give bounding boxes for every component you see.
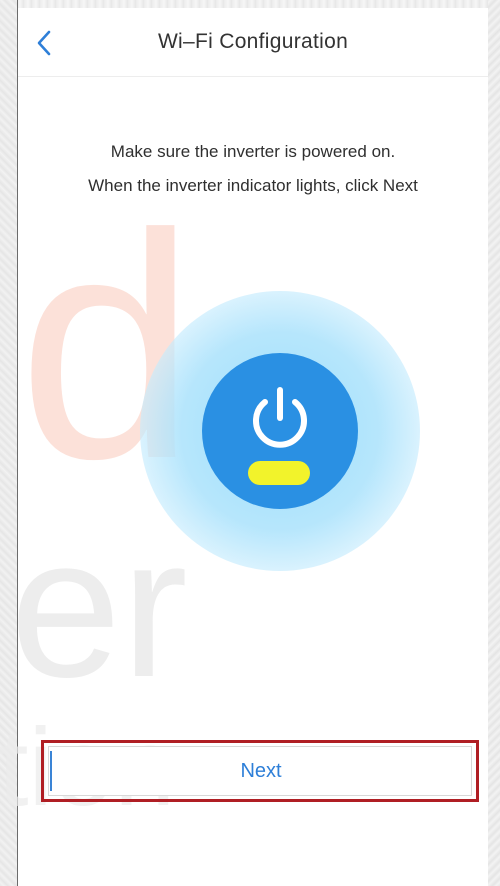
page: d er tion Wi–Fi Configuration Make sure … — [0, 0, 500, 886]
screenshot-right-edge — [488, 0, 500, 886]
instruction-line-2: When the inverter indicator lights, clic… — [88, 176, 418, 195]
inverter-button-graphic — [202, 353, 358, 509]
page-title: Wi–Fi Configuration — [157, 30, 349, 53]
app-screen: d er tion Wi–Fi Configuration Make sure … — [0, 8, 488, 886]
instruction-line-1: Make sure the inverter is powered on. — [110, 142, 396, 161]
indicator-light — [248, 461, 310, 485]
instructions-text: Make sure the inverter is powered on. Wh… — [18, 135, 488, 203]
inverter-illustration — [140, 291, 420, 571]
screenshot-left-edge — [0, 0, 18, 886]
navigation-bar: Wi–Fi Configuration — [18, 8, 488, 77]
highlight-box — [41, 740, 479, 802]
screenshot-top-edge — [0, 0, 500, 8]
power-icon — [253, 387, 307, 448]
